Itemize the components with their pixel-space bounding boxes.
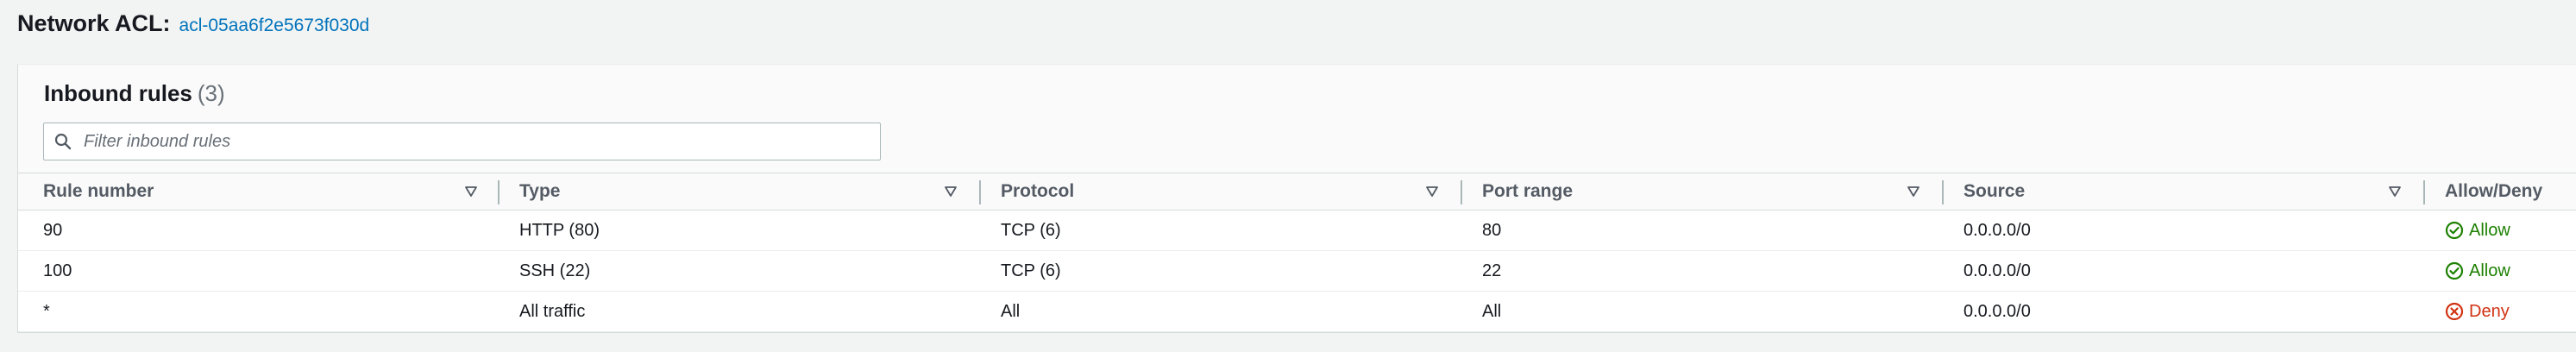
column-resize-handle[interactable] <box>498 180 499 204</box>
cell-source: 0.0.0.0/0 <box>1963 301 2031 321</box>
check-circle-icon <box>2445 221 2464 240</box>
cell-allow-deny: Allow <box>2445 211 2510 250</box>
sort-icon[interactable] <box>464 185 478 198</box>
table-row[interactable]: 100 SSH (22) TCP (6) 22 0.0.0.0/0 Allow <box>18 251 2576 292</box>
table-row[interactable]: * All traffic All All 0.0.0.0/0 Deny <box>18 292 2576 332</box>
cell-protocol: TCP (6) <box>1001 261 1061 280</box>
column-header-rule-number[interactable]: Rule number <box>43 173 154 210</box>
column-resize-handle[interactable] <box>1942 180 1944 204</box>
rule-count: (3) <box>197 80 225 106</box>
column-resize-handle[interactable] <box>2423 180 2425 204</box>
filter-input[interactable] <box>82 130 845 153</box>
cell-rule-number: 100 <box>43 261 72 280</box>
cell-port-range: 22 <box>1482 261 1502 280</box>
cell-type: SSH (22) <box>519 261 591 280</box>
column-header-protocol[interactable]: Protocol <box>1001 173 1074 210</box>
cell-source: 0.0.0.0/0 <box>1963 220 2031 240</box>
filter-box[interactable] <box>43 123 881 160</box>
panel-title: Inbound rules (3) <box>44 80 225 107</box>
sort-icon[interactable] <box>1907 185 1920 198</box>
page-title: Network ACL: <box>17 10 171 36</box>
table-row[interactable]: 90 HTTP (80) TCP (6) 80 0.0.0.0/0 Allow <box>18 211 2576 251</box>
cell-port-range: All <box>1482 301 1502 321</box>
status-text: Deny <box>2469 301 2510 321</box>
cell-protocol: All <box>1001 301 1021 321</box>
column-resize-handle[interactable] <box>979 180 981 204</box>
cell-protocol: TCP (6) <box>1001 220 1061 240</box>
cell-rule-number: 90 <box>43 220 63 240</box>
status-text: Allow <box>2469 220 2510 240</box>
column-header-allow-deny[interactable]: Allow/Deny <box>2445 173 2542 210</box>
panel-title-text: Inbound rules <box>44 80 192 106</box>
column-header-type[interactable]: Type <box>519 173 560 210</box>
x-circle-icon <box>2445 302 2464 321</box>
check-circle-icon <box>2445 261 2464 280</box>
sort-icon[interactable] <box>944 185 958 198</box>
search-icon <box>54 133 72 150</box>
inbound-rules-panel: Inbound rules(3) Rule number Type Protoc… <box>17 64 2576 333</box>
cell-allow-deny: Allow <box>2445 251 2510 291</box>
column-header-source[interactable]: Source <box>1963 173 2025 210</box>
cell-source: 0.0.0.0/0 <box>1963 261 2031 280</box>
sort-icon[interactable] <box>1425 185 1439 198</box>
cell-type: All traffic <box>519 301 586 321</box>
cell-port-range: 80 <box>1482 220 1502 240</box>
cell-rule-number: * <box>43 301 50 321</box>
acl-id-link[interactable]: acl-05aa6f2e5673f030d <box>179 16 370 36</box>
status-text: Allow <box>2469 261 2510 280</box>
sort-icon[interactable] <box>2388 185 2402 198</box>
column-header-port-range[interactable]: Port range <box>1482 173 1573 210</box>
column-resize-handle[interactable] <box>1461 180 1462 204</box>
cell-allow-deny: Deny <box>2445 292 2510 331</box>
cell-type: HTTP (80) <box>519 220 600 240</box>
table-header: Rule number Type Protocol Port range Sou… <box>18 173 2576 211</box>
network-acl-header: Network ACL: acl-05aa6f2e5673f030d <box>17 10 369 38</box>
